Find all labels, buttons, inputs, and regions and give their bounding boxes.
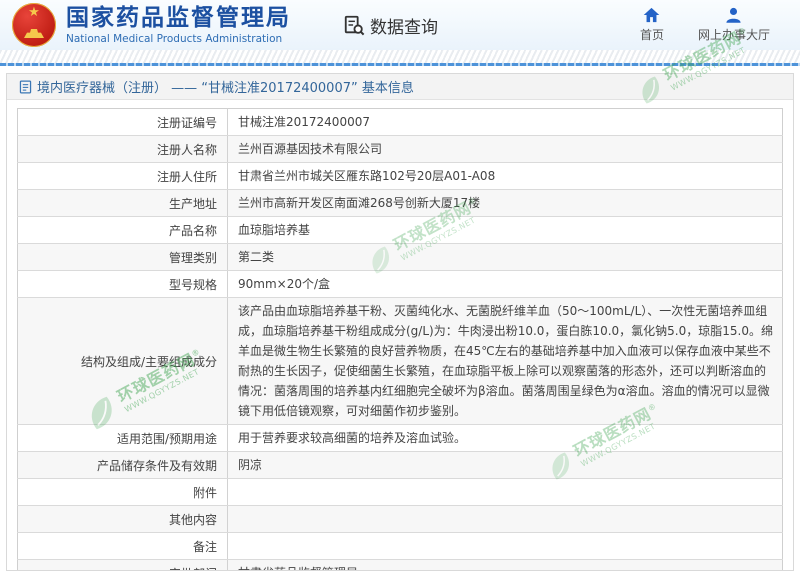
row-label: 其他内容 <box>17 505 228 533</box>
gate-icon <box>24 29 44 38</box>
breadcrumb-text: 境内医疗器械（注册） —— “甘械注准20172400007” 基本信息 <box>37 81 414 96</box>
user-icon <box>726 7 742 23</box>
document-search-icon <box>344 15 365 36</box>
home-icon <box>644 7 660 23</box>
table-row: 附件 <box>17 478 783 506</box>
table-row: 适用范围/预期用途 用于营养要求较高细菌的培养及溶血试验。 <box>17 424 783 452</box>
table-row: 型号规格 90mm×20个/盒 <box>17 270 783 298</box>
data-query-label: 数据查询 <box>370 17 438 38</box>
table-row: 注册证编号 甘械注准20172400007 <box>17 108 783 136</box>
document-icon <box>19 80 32 93</box>
table-row: 结构及组成/主要组成成分 该产品由血琼脂培养基干粉、灭菌纯化水、无菌脱纤维羊血（5… <box>17 297 783 425</box>
row-value <box>227 478 783 506</box>
row-label: 备注 <box>17 532 228 560</box>
content-panel: 境内医疗器械（注册） —— “甘械注准20172400007” 基本信息 注册证… <box>6 73 794 571</box>
row-label: 产品名称 <box>17 216 228 244</box>
row-label: 结构及组成/主要组成成分 <box>17 297 228 425</box>
table-row: 产品储存条件及有效期 阴凉 <box>17 451 783 479</box>
table-row: 其他内容 <box>17 505 783 533</box>
row-label: 注册人名称 <box>17 135 228 163</box>
info-table: 注册证编号 甘械注准20172400007 注册人名称 兰州百源基因技术有限公司 注册人… <box>17 108 783 570</box>
table-row: 审批部门甘肃省药品监督管理局 <box>17 559 783 570</box>
row-value <box>227 532 783 560</box>
brand: ★ 国家药品监督管理局 National Medical Products Ad… <box>12 3 438 47</box>
decorative-stripe-band <box>0 50 800 63</box>
header-divider-rule <box>0 63 800 66</box>
row-value: 甘械注准20172400007 <box>227 108 783 136</box>
row-value: 甘肃省兰州市城关区雁东路102号20层A01-A08 <box>227 162 783 190</box>
table-row: 产品名称 血琼脂培养基 <box>17 216 783 244</box>
data-query-nav[interactable]: 数据查询 <box>343 13 438 38</box>
row-value: 用于营养要求较高细菌的培养及溶血试验。 <box>227 424 783 452</box>
nav-service-hall[interactable]: 网上办事大厅 <box>698 7 770 43</box>
nav-service-hall-label: 网上办事大厅 <box>697 28 770 42</box>
row-value: 兰州百源基因技术有限公司 <box>227 135 783 163</box>
row-value: 阴凉 <box>227 451 783 479</box>
table-row: 管理类别 第二类 <box>17 243 783 271</box>
site-header: ★ 国家药品监督管理局 National Medical Products Ad… <box>0 0 800 50</box>
star-icon: ★ <box>28 5 40 20</box>
row-label: 生产地址 <box>17 189 228 217</box>
table-row: 注册人住所 甘肃省兰州市城关区雁东路102号20层A01-A08 <box>17 162 783 190</box>
row-label: 产品储存条件及有效期 <box>17 451 228 479</box>
site-title: 国家药品监督管理局 <box>66 5 291 31</box>
table-row: 注册人名称 兰州百源基因技术有限公司 <box>17 135 783 163</box>
row-label: 注册人住所 <box>17 162 228 190</box>
row-value: 90mm×20个/盒 <box>227 270 783 298</box>
row-label: 审批部门 <box>17 559 228 570</box>
info-table-body: 注册证编号 甘械注准20172400007 注册人名称 兰州百源基因技术有限公司 注册人… <box>17 108 783 570</box>
top-nav: 首页 网上办事大厅 <box>640 7 770 43</box>
row-label: 管理类别 <box>17 243 228 271</box>
row-value: 血琼脂培养基 <box>227 216 783 244</box>
page: ★ 国家药品监督管理局 National Medical Products Ad… <box>0 0 800 578</box>
row-value: 第二类 <box>227 243 783 271</box>
nav-home-label: 首页 <box>639 28 664 42</box>
row-label: 适用范围/预期用途 <box>17 424 228 452</box>
row-value: 该产品由血琼脂培养基干粉、灭菌纯化水、无菌脱纤维羊血（50～100mL/L）、一… <box>227 297 783 425</box>
row-label: 附件 <box>17 478 228 506</box>
breadcrumb: 境内医疗器械（注册） —— “甘械注准20172400007” 基本信息 <box>7 74 793 100</box>
table-wrap: 注册证编号 甘械注准20172400007 注册人名称 兰州百源基因技术有限公司 注册人… <box>7 100 793 570</box>
site-subtitle: National Medical Products Administration <box>66 33 283 45</box>
national-emblem-logo: ★ <box>12 3 56 47</box>
row-value: 兰州市高新开发区南面滩268号创新大厦17楼 <box>227 189 783 217</box>
brand-text: 国家药品监督管理局 National Medical Products Admi… <box>66 5 291 45</box>
table-row: 备注 <box>17 532 783 560</box>
nav-home[interactable]: 首页 <box>640 7 664 43</box>
row-label: 型号规格 <box>17 270 228 298</box>
table-row: 生产地址 兰州市高新开发区南面滩268号创新大厦17楼 <box>17 189 783 217</box>
row-value: 甘肃省药品监督管理局 <box>227 559 783 570</box>
row-value <box>227 505 783 533</box>
row-label: 注册证编号 <box>17 108 228 136</box>
